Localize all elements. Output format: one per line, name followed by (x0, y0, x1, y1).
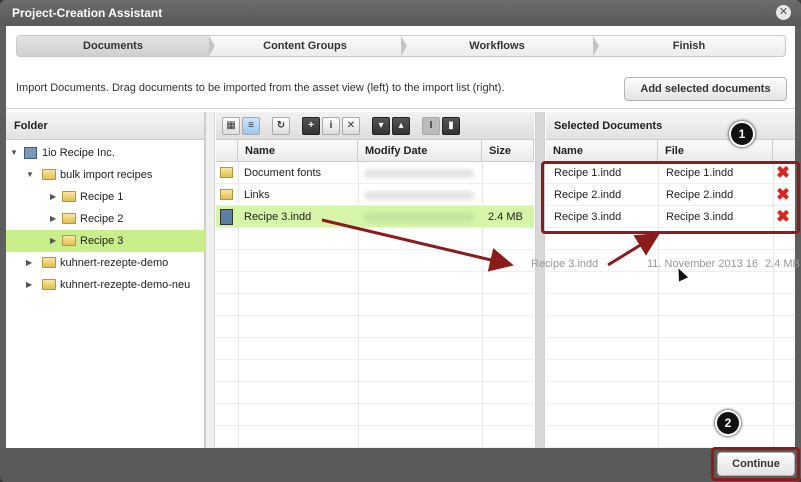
step-badge-2: 2 (715, 410, 741, 436)
continue-button[interactable]: Continue (717, 452, 795, 476)
project-creation-window: Project-Creation Assistant ✕ Documents C… (0, 0, 801, 482)
annotation-arrows (321, 218, 661, 272)
footer-bar (0, 448, 801, 482)
drag-arrow (321, 218, 514, 272)
selected-highlight-box (541, 161, 800, 234)
step-badge-1: 1 (729, 121, 755, 147)
drop-arrow (607, 232, 661, 267)
